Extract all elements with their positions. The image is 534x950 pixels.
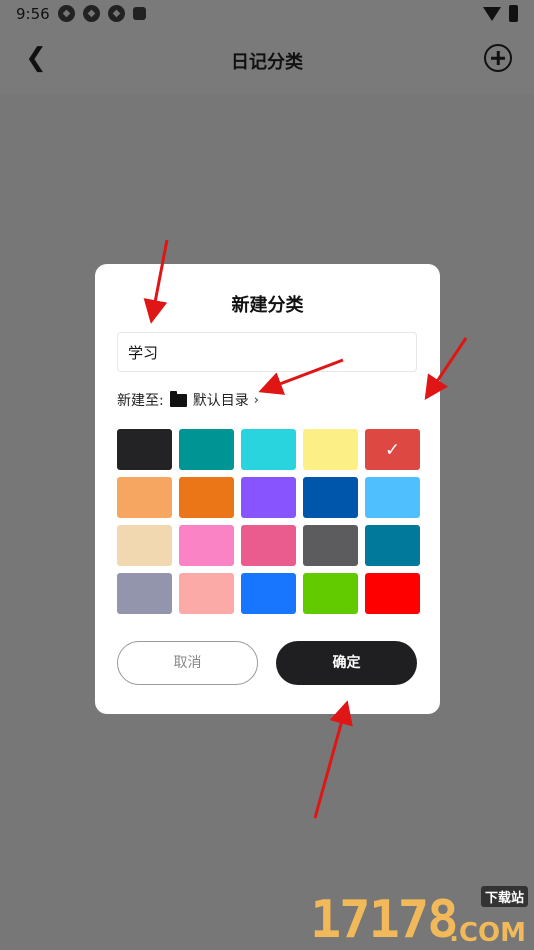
category-name-input[interactable] [117, 332, 417, 372]
color-swatch[interactable] [241, 525, 296, 566]
color-swatch[interactable] [179, 573, 234, 614]
app-notification-icon: ◆ [108, 5, 125, 22]
color-swatch[interactable] [117, 573, 172, 614]
color-swatch[interactable] [117, 477, 172, 518]
color-swatch[interactable] [365, 573, 420, 614]
status-time: 9:56 [16, 5, 50, 23]
status-bar: 9:56 ◆ ◆ ◆ [0, 0, 534, 28]
color-swatch[interactable] [365, 525, 420, 566]
color-swatch[interactable] [303, 477, 358, 518]
page-title: 日记分类 [231, 52, 303, 73]
watermark-tag: 下载站 [480, 886, 528, 907]
color-swatch[interactable] [303, 573, 358, 614]
chevron-right-icon: › [253, 392, 259, 408]
color-swatch[interactable] [179, 429, 234, 470]
notification-icons: ◆ ◆ ◆ [58, 5, 146, 22]
color-swatch[interactable] [179, 525, 234, 566]
battery-icon [509, 5, 518, 22]
dialog-title: 新建分类 [231, 295, 304, 316]
color-swatch[interactable] [303, 429, 358, 470]
system-icons [483, 5, 518, 22]
color-picker: ✓ [117, 429, 420, 614]
location-name: 默认目录 [192, 393, 249, 409]
watermark-domain: .COM [449, 918, 526, 948]
color-swatch[interactable] [179, 477, 234, 518]
color-swatch[interactable] [117, 525, 172, 566]
folder-icon [169, 390, 187, 407]
color-swatch[interactable] [117, 429, 172, 470]
confirm-button[interactable]: 确定 [276, 641, 417, 685]
app-header: ❮ 日记分类 [0, 28, 534, 94]
color-swatch[interactable] [241, 477, 296, 518]
color-swatch[interactable] [365, 477, 420, 518]
color-swatch[interactable] [241, 429, 296, 470]
new-category-dialog: 新建分类 新建至: 默认目录 › ✓ 取消 确定 [95, 264, 440, 714]
wifi-icon [483, 6, 501, 21]
check-icon: ✓ [384, 439, 401, 460]
app-notification-icon: ◆ [58, 5, 75, 22]
app-notification-icon: ◆ [83, 5, 100, 22]
font-notification-icon [133, 7, 146, 20]
watermark-digits: 17178 [310, 890, 459, 950]
color-swatch[interactable] [303, 525, 358, 566]
location-label: 新建至: [117, 393, 164, 409]
color-swatch[interactable] [241, 573, 296, 614]
color-swatch[interactable]: ✓ [365, 429, 420, 470]
add-category-button[interactable] [484, 44, 512, 72]
cancel-button[interactable]: 取消 [117, 641, 258, 685]
site-watermark: 17178 .COM 下载站 [304, 884, 532, 950]
location-selector[interactable]: 新建至: 默认目录 › [117, 390, 259, 410]
annotation-arrow [313, 700, 353, 819]
